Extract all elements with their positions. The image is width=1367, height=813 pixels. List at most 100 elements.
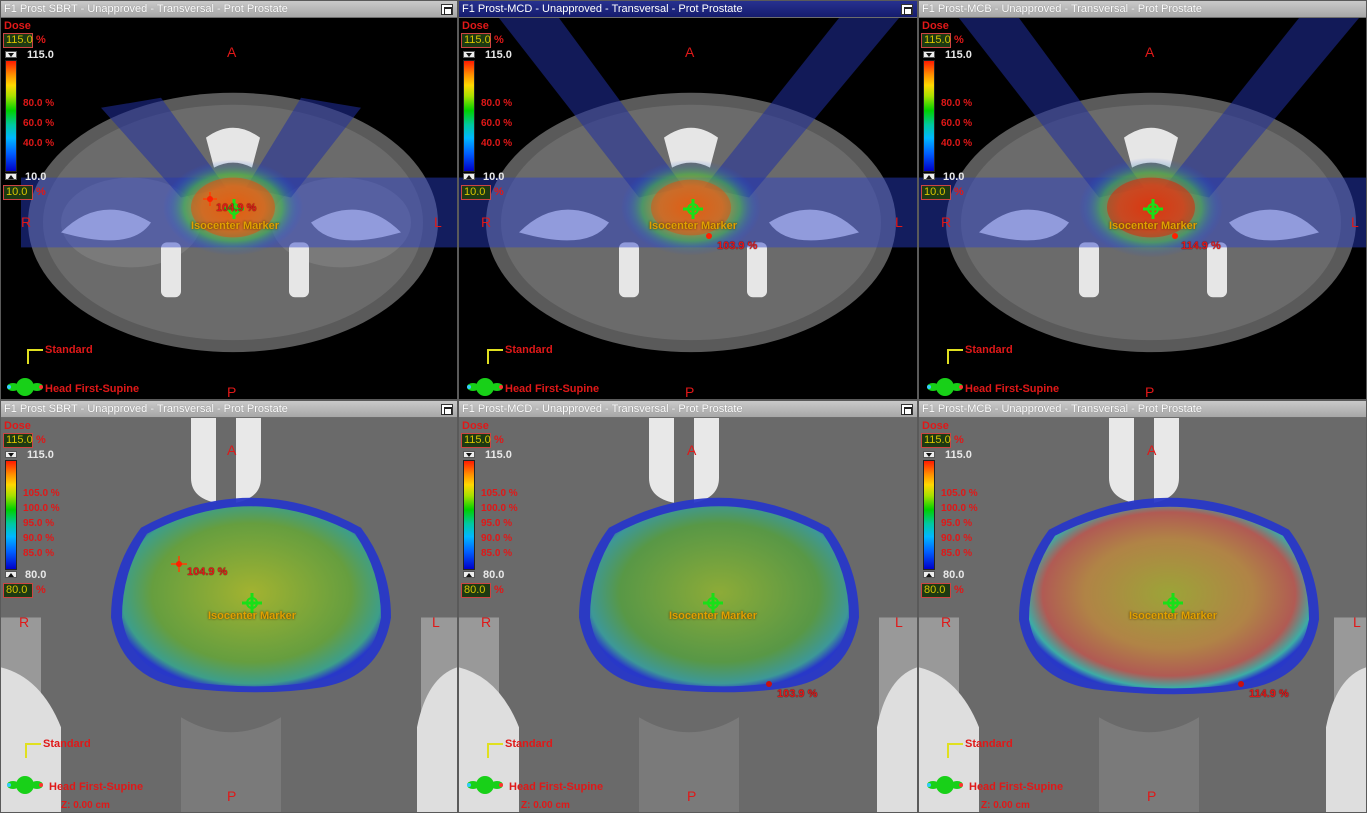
isodose-label: 40.0 % (941, 138, 973, 149)
standard-label: Standard (505, 344, 553, 356)
pane-sbrt-zoom[interactable]: F1 Prost SBRT - Unapproved - Transversal… (0, 400, 458, 813)
colorbar-min-handle[interactable] (923, 571, 935, 578)
orientation-right: R (481, 214, 492, 230)
isocenter-marker-label: Isocenter Marker (1109, 220, 1198, 232)
colorbar-max-handle[interactable] (463, 51, 475, 58)
isodose-label: 40.0 % (481, 138, 513, 149)
dose-point-icon[interactable] (765, 680, 773, 688)
dose-colorbar (923, 460, 935, 570)
pane-mcb-zoom[interactable]: F1 Prost-MCB - Unapproved - Transversal … (918, 400, 1367, 813)
dose-point-icon[interactable] (1237, 680, 1245, 688)
dose-min-field[interactable]: 80.0 (3, 583, 33, 598)
dose-unit: % (36, 434, 46, 446)
pane-title[interactable]: F1 Prost SBRT - Unapproved - Transversal… (1, 401, 457, 418)
isodose-label: 40.0 % (23, 138, 55, 149)
colorbar-max-handle[interactable] (923, 51, 935, 58)
pane-mcd-zoom[interactable]: F1 Prost-MCD - Unapproved - Transversal … (458, 400, 918, 813)
isodose-label: 90.0 % (23, 533, 55, 544)
maximize-icon[interactable] (441, 4, 453, 15)
dose-min-field[interactable]: 10.0 (461, 185, 491, 200)
ct-view[interactable]: Dose 115.0 % 115.0 10.0 10.0 % 80.0 % 60… (1, 18, 457, 399)
isodose-label: 80.0 % (481, 98, 513, 109)
dose-title: Dose (4, 20, 31, 32)
colorbar-max-handle[interactable] (463, 451, 475, 458)
ct-view[interactable]: Dose 115.0 % 115.0 10.0 10.0 % 80.0 % 60… (459, 18, 917, 399)
maximize-icon[interactable] (441, 404, 453, 415)
dose-min-field[interactable]: 10.0 (921, 185, 951, 200)
dose-point-icon[interactable] (705, 232, 713, 240)
dose-max-field[interactable]: 115.0 (3, 33, 33, 48)
orientation-right: R (481, 614, 492, 630)
dose-title: Dose (922, 20, 949, 32)
orientation-left: L (895, 614, 903, 630)
pane-title[interactable]: F1 Prost-MCD - Unapproved - Transversal … (459, 401, 917, 418)
pane-sbrt-overview[interactable]: F1 Prost SBRT - Unapproved - Transversal… (0, 0, 458, 400)
standard-axis-icon (487, 349, 503, 364)
patient-orientation-icon (927, 776, 963, 794)
isocenter-marker-label: Isocenter Marker (191, 220, 280, 232)
maximize-icon[interactable] (901, 404, 913, 415)
standard-label: Standard (505, 738, 553, 750)
dose-max-field[interactable]: 115.0 (921, 433, 951, 448)
dose-point-value: 103.9 % (717, 240, 758, 252)
ct-view[interactable]: Dose 115.0 % 115.0 10.0 10.0 % 80.0 % 60… (919, 18, 1366, 399)
colorbar-min-handle[interactable] (463, 571, 475, 578)
colorbar-bottom-label: 80.0 (943, 569, 965, 581)
ct-view[interactable]: Dose 115.0 % 115.0 80.0 80.0 % 105.0 % 1… (919, 418, 1366, 812)
dose-point-icon[interactable] (171, 556, 187, 572)
dose-max-field[interactable]: 115.0 (461, 433, 491, 448)
dose-unit: % (954, 186, 964, 198)
orientation-right: R (21, 214, 32, 230)
maximize-icon[interactable] (901, 4, 913, 15)
pane-title[interactable]: F1 Prost SBRT - Unapproved - Transversal… (1, 1, 457, 18)
isocenter-crosshair-icon[interactable] (1142, 198, 1164, 220)
dose-max-field[interactable]: 115.0 (3, 433, 33, 448)
slice-position-label: Z: 0.00 cm (61, 800, 110, 811)
pane-title[interactable]: F1 Prost-MCB - Unapproved - Transversal … (919, 401, 1366, 418)
standard-label: Standard (965, 344, 1013, 356)
viewer-grid: F1 Prost SBRT - Unapproved - Transversal… (0, 0, 1367, 813)
pane-mcd-overview[interactable]: F1 Prost-MCD - Unapproved - Transversal … (458, 0, 918, 400)
colorbar-max-handle[interactable] (923, 451, 935, 458)
dose-point-value: 103.9 % (777, 688, 818, 700)
ct-view[interactable]: Dose 115.0 % 115.0 80.0 80.0 % 105.0 % 1… (459, 418, 917, 812)
colorbar-max-handle[interactable] (5, 51, 17, 58)
dose-min-field[interactable]: 80.0 (461, 583, 491, 598)
pane-mcb-overview[interactable]: F1 Prost-MCB - Unapproved - Transversal … (918, 0, 1367, 400)
dose-point-icon[interactable] (203, 192, 217, 206)
colorbar-bottom-label: 80.0 (483, 569, 505, 581)
orientation-right: R (19, 614, 30, 630)
dose-point-value: 114.9 % (1249, 688, 1289, 700)
isodose-label: 95.0 % (941, 518, 973, 529)
isocenter-crosshair-icon[interactable] (682, 198, 704, 220)
patient-position-label: Head First-Supine (45, 383, 140, 395)
dose-min-field[interactable]: 10.0 (3, 185, 33, 200)
colorbar-min-handle[interactable] (923, 173, 935, 180)
orientation-posterior: P (687, 788, 697, 804)
dose-max-field[interactable]: 115.0 (461, 33, 491, 48)
isodose-label: 100.0 % (23, 503, 60, 514)
patient-orientation-icon (7, 776, 43, 794)
dose-colorbar (463, 60, 475, 172)
dose-unit: % (494, 34, 504, 46)
standard-axis-icon (27, 349, 43, 364)
dose-min-field[interactable]: 80.0 (921, 583, 951, 598)
patient-position-label: Head First-Supine (505, 383, 600, 395)
isodose-label: 105.0 % (23, 488, 60, 499)
colorbar-bottom-label: 80.0 (25, 569, 47, 581)
colorbar-max-handle[interactable] (5, 451, 17, 458)
patient-position-label: Head First-Supine (49, 781, 144, 793)
orientation-posterior: P (1147, 788, 1157, 804)
dose-max-field[interactable]: 115.0 (921, 33, 951, 48)
colorbar-min-handle[interactable] (5, 173, 17, 180)
pane-title[interactable]: F1 Prost-MCD - Unapproved - Transversal … (459, 1, 917, 18)
orientation-anterior: A (227, 44, 237, 60)
colorbar-min-handle[interactable] (5, 571, 17, 578)
colorbar-min-handle[interactable] (463, 173, 475, 180)
dose-point-icon[interactable] (1171, 232, 1179, 240)
standard-axis-icon (947, 349, 963, 364)
orientation-posterior: P (1145, 384, 1155, 400)
pane-title[interactable]: F1 Prost-MCB - Unapproved - Transversal … (919, 1, 1366, 18)
isocenter-marker-label: Isocenter Marker (649, 220, 738, 232)
ct-view[interactable]: Dose 115.0 % 115.0 80.0 80.0 % 105.0 % 1… (1, 418, 457, 812)
